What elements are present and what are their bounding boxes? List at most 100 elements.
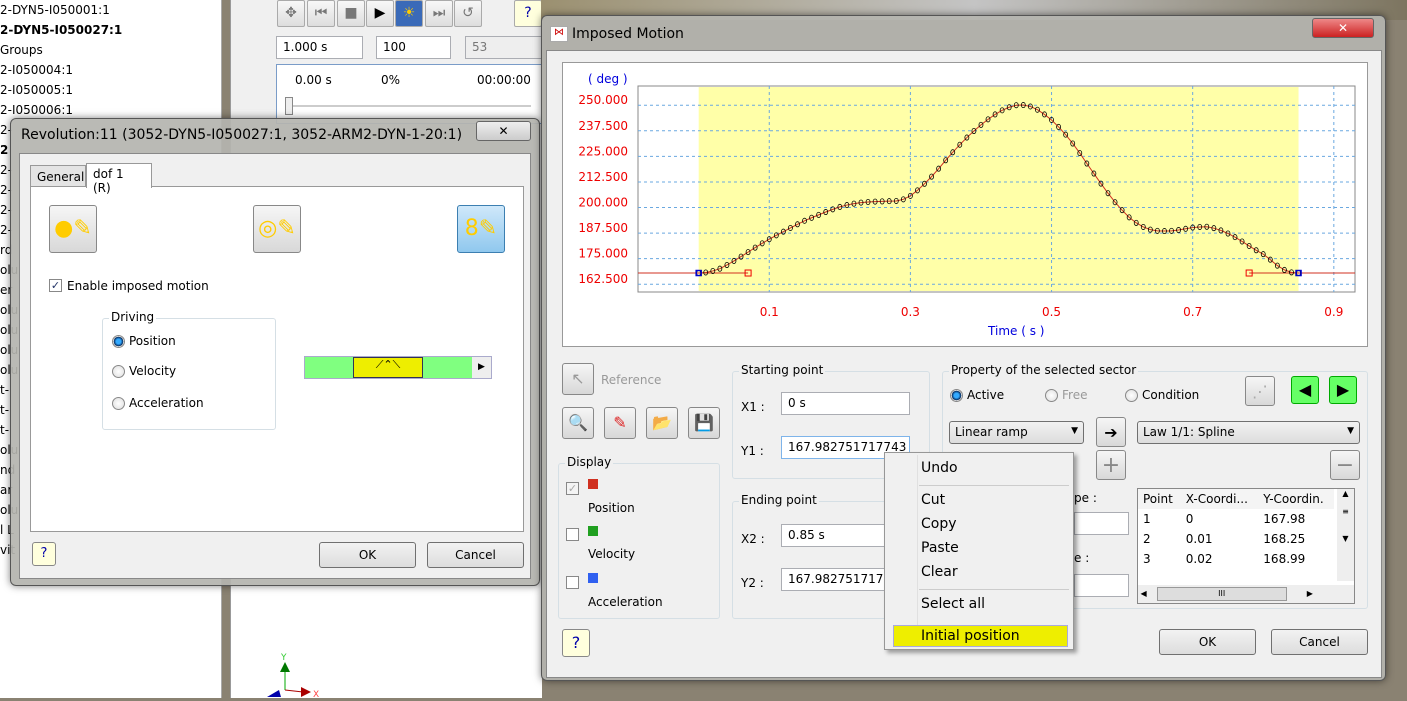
frame-dropdown[interactable]: 53 — [465, 36, 542, 59]
menu-item-paste[interactable]: Paste — [921, 540, 959, 556]
tree-item[interactable]: 2-I050006:1 — [0, 103, 73, 117]
menu-item-cut[interactable]: Cut — [921, 492, 945, 508]
tree-item[interactable]: 2-DYN5-I050027:1 — [0, 23, 122, 37]
y-tick-label: 225.000 — [578, 144, 628, 158]
sector-property-label: Property of the selected sector — [949, 363, 1139, 377]
table-row[interactable]: 3 0.02 168.99 — [1138, 549, 1334, 569]
save-icon[interactable]: 💾 — [688, 407, 720, 439]
ramp-select[interactable]: Linear ramp — [949, 421, 1084, 444]
tree-item[interactable]: 2-I050004:1 — [0, 63, 73, 77]
horizontal-scrollbar[interactable]: ◀ III ▶ — [1138, 585, 1354, 603]
y-tick-label: 237.500 — [578, 119, 628, 133]
enable-imposed-motion-label: Enable imposed motion — [67, 279, 209, 293]
acceleration-checkbox[interactable] — [566, 576, 579, 589]
3d-view[interactable]: Y X — [231, 580, 542, 700]
enable-imposed-motion-checkbox[interactable]: ✓ — [49, 279, 62, 292]
tree-item[interactable]: 2-DYN5-I050001:1 — [0, 3, 110, 17]
tree-item[interactable]: 2 — [0, 143, 8, 157]
radio-acceleration[interactable]: Acceleration — [112, 396, 204, 410]
vertical-scrollbar[interactable]: ▲ ≡ ▼ — [1337, 489, 1354, 581]
rewind-icon[interactable]: ⏮ — [307, 0, 335, 27]
motion-chart[interactable]: 0.1 0.3 0.5 0.7 0.9 250.000 237.500 225.000 212.… — [563, 63, 1367, 346]
radio-free[interactable]: Free — [1045, 388, 1087, 402]
remove-icon[interactable]: − — [1330, 450, 1360, 480]
ok-button[interactable]: OK — [319, 542, 416, 568]
help-icon[interactable]: ? — [32, 542, 56, 566]
imposed-motion-pencil-icon[interactable]: 8✎ — [457, 205, 505, 253]
tree-item[interactable]: 2-I050005:1 — [0, 83, 73, 97]
play-icon[interactable]: ▶ — [366, 0, 394, 27]
menu-item-initial-position[interactable]: Initial position — [921, 628, 1020, 644]
loop-icon[interactable]: ↺ — [454, 0, 482, 27]
law-graph-icon[interactable]: ⟋⌃⟍ — [353, 357, 423, 378]
add-icon[interactable]: + — [1096, 450, 1126, 480]
open-folder-icon[interactable]: 📂 — [646, 407, 678, 439]
slider-thumb[interactable] — [285, 97, 293, 115]
x-tick-label: 0.3 — [901, 305, 920, 319]
stop-icon[interactable]: ■ — [337, 0, 365, 27]
partial-input-1[interactable] — [1074, 512, 1129, 535]
close-button[interactable]: ✕ — [476, 121, 531, 141]
menu-item-select-all[interactable]: Select all — [921, 596, 985, 612]
column-header[interactable]: X-Coordi... — [1181, 489, 1259, 509]
velocity-checkbox[interactable] — [566, 528, 579, 541]
position-pencil-icon[interactable]: ●✎ — [49, 205, 97, 253]
y-tick-label: 187.500 — [578, 221, 628, 235]
tree-item[interactable]: Groups — [0, 43, 43, 57]
radio-active[interactable]: Active — [950, 388, 1004, 402]
previous-sector-icon[interactable]: ◀ — [1291, 376, 1319, 404]
render-icon[interactable]: ☀ — [395, 0, 423, 27]
reference-pointer-icon[interactable]: ↖ — [562, 363, 594, 395]
law-graph-bar[interactable]: ⟋⌃⟍ ▶ — [304, 356, 492, 379]
partial-field-label: pe : — [1074, 491, 1097, 505]
close-button[interactable]: ✕ — [1312, 18, 1374, 38]
table-row[interactable]: 1 0 167.98 — [1138, 509, 1334, 529]
column-header[interactable]: Point — [1138, 489, 1181, 509]
column-header[interactable]: Y-Coordin. — [1258, 489, 1334, 509]
tab-dof[interactable]: dof 1 (R) — [86, 163, 152, 195]
dialog-title: Revolution:11 (3052-DYN5-I050027:1, 3052… — [21, 127, 463, 143]
svg-text:X: X — [313, 690, 319, 698]
partial-input-2[interactable] — [1074, 574, 1129, 597]
apply-arrow-icon[interactable]: ➔ — [1096, 417, 1126, 447]
tree-item[interactable]: t- — [0, 423, 9, 437]
radio-velocity[interactable]: Velocity — [112, 364, 176, 378]
forward-icon[interactable]: ⏭ — [425, 0, 453, 27]
tree-item[interactable]: t- — [0, 383, 9, 397]
partial-field-label: e : — [1074, 551, 1090, 565]
zoom-icon[interactable]: 🔍 — [562, 407, 594, 439]
table-cell: 167.98 — [1263, 512, 1306, 526]
x1-input[interactable]: 0 s — [781, 392, 910, 415]
next-sector-icon[interactable]: ▶ — [1329, 376, 1357, 404]
x-axis-label: Time ( s ) — [987, 324, 1044, 338]
menu-item-copy[interactable]: Copy — [921, 516, 957, 532]
radio-position[interactable]: Position — [112, 334, 176, 348]
help-icon[interactable]: ? — [514, 0, 542, 27]
help-icon[interactable]: ? — [562, 629, 590, 657]
table-cell: 2 — [1143, 532, 1151, 546]
menu-item-clear[interactable]: Clear — [921, 564, 958, 580]
ok-button[interactable]: OK — [1159, 629, 1256, 655]
move-icon[interactable]: ✥ — [277, 0, 305, 27]
split-sector-icon[interactable]: ⋰ — [1245, 376, 1275, 406]
law-select[interactable]: Law 1/1: Spline — [1137, 421, 1360, 444]
scroll-right-icon[interactable]: ▶ — [472, 357, 491, 378]
tab-general[interactable]: General — [30, 165, 86, 188]
position-label: Position — [588, 501, 635, 515]
tree-item[interactable]: t- — [0, 403, 9, 417]
points-table[interactable]: Point X-Coordi... Y-Coordin. 1 0 167.98 2 0.01 1… — [1137, 488, 1355, 604]
cancel-button[interactable]: Cancel — [427, 542, 524, 568]
menu-item-undo[interactable]: Undo — [921, 460, 958, 476]
radio-condition[interactable]: Condition — [1125, 388, 1199, 402]
x1-label: X1 : — [741, 400, 765, 414]
cancel-button[interactable]: Cancel — [1271, 629, 1368, 655]
table-row[interactable]: 2 0.01 168.25 — [1138, 529, 1334, 549]
starting-point-label: Starting point — [739, 363, 826, 377]
duration-input[interactable]: 1.000 s — [276, 36, 363, 59]
rotation-pencil-icon[interactable]: ◎✎ — [253, 205, 301, 253]
eraser-icon[interactable]: ✎ — [604, 407, 636, 439]
steps-input[interactable]: 100 — [376, 36, 451, 59]
position-checkbox[interactable]: ✓ — [566, 482, 579, 495]
active-sector — [698, 87, 1299, 291]
chart-area[interactable]: 0.1 0.3 0.5 0.7 0.9 250.000 237.500 225.000 212.… — [562, 62, 1368, 347]
